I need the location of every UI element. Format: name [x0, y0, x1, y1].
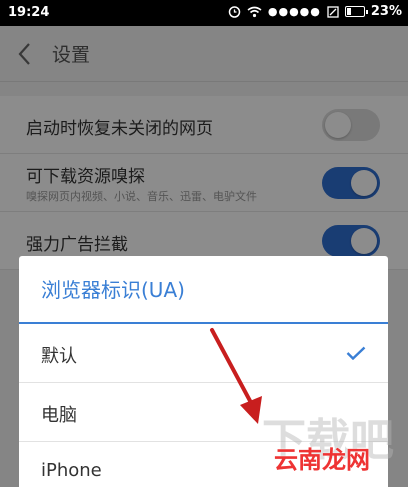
checkmark-icon [346, 346, 366, 360]
ua-option-default[interactable]: 默认 [19, 324, 388, 383]
ua-option-label: 默认 [41, 346, 77, 367]
status-bar: 19:24 ●●●●● 23% [0, 0, 408, 26]
battery-percent: 23% [370, 4, 402, 19]
sim-icon [327, 5, 339, 18]
ua-option-label: 电脑 [41, 405, 77, 426]
status-time: 19:24 [8, 5, 50, 20]
watermark-text: 云南龙网 [274, 446, 370, 474]
status-icons: ●●●●● 23% [228, 4, 402, 19]
alarm-icon [228, 6, 241, 18]
signal-strength-icon: ●●●●● [267, 5, 321, 18]
battery-icon [344, 6, 368, 17]
ua-option-label: iPhone [41, 460, 102, 481]
dialog-title: 浏览器标识(UA) [41, 278, 185, 302]
wifi-icon [247, 6, 262, 17]
